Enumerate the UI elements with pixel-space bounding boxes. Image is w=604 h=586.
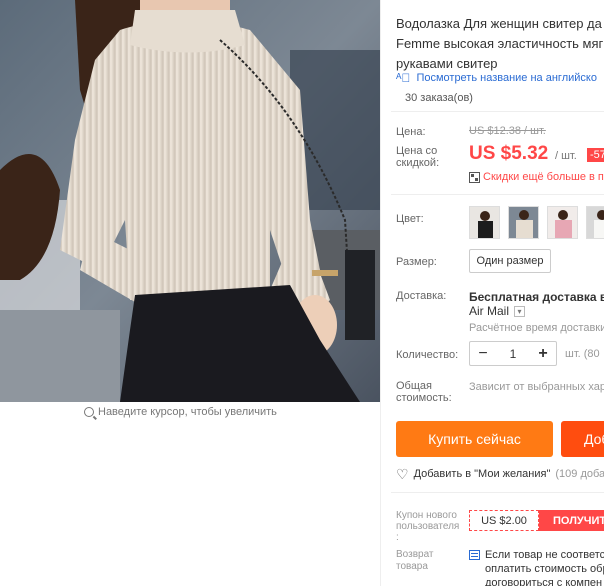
translate-title-text: Посмотреть название на английско (416, 72, 597, 84)
product-main-image[interactable] (0, 0, 380, 402)
discount-price-label-line: Цена со (396, 145, 438, 157)
color-label: Цвет: (396, 213, 424, 225)
chevron-down-icon: ▾ (514, 305, 526, 317)
total-price-note: Зависит от выбранных хар (469, 381, 604, 393)
buy-now-button[interactable]: Купить сейчас (396, 421, 553, 457)
product-details-panel: Водолазка Для женщин свитер да Femme выс… (380, 0, 604, 586)
quantity-increase-button[interactable]: + (536, 344, 550, 364)
wishlist-count: (109 доба (555, 468, 604, 480)
document-icon (469, 550, 480, 560)
product-title: Водолазка Для женщин свитер да Femme выс… (396, 14, 604, 74)
returns-text: Если товар не соответс оплатить стоимост… (485, 548, 604, 586)
quantity-input[interactable]: 1 (510, 347, 517, 361)
discount-price-label-line: скидкой: (396, 157, 440, 169)
heart-icon: ♡ (396, 466, 409, 482)
discount-price: US $5.32 (469, 143, 549, 164)
quantity-stepper: − 1 + (469, 341, 557, 366)
coupon-label-line: пользователя (396, 521, 460, 532)
size-option-button[interactable]: Один размер (469, 249, 551, 273)
total-price-label: Общая стоимость: (396, 380, 452, 404)
get-coupon-button[interactable]: ПОЛУЧИТ (539, 510, 604, 531)
zoom-hint: Наведите курсор, чтобы увеличить (84, 406, 277, 418)
price-label: Цена: (396, 126, 426, 138)
divider (391, 492, 604, 493)
translate-icon: ᴬ⃝ (396, 71, 411, 85)
shipping-label: Доставка: (396, 290, 447, 302)
shipping-method-select[interactable]: Air Mail ▾ (469, 304, 526, 318)
divider (391, 111, 604, 112)
returns-info: Если товар не соответс оплатить стоимост… (469, 548, 604, 586)
app-discount-link[interactable]: Скидки ещё больше в п (469, 171, 604, 183)
color-swatch-beige[interactable] (508, 206, 539, 239)
product-title-line: Водолазка Для женщин свитер да (396, 16, 602, 31)
add-to-cart-button[interactable]: Доб (561, 421, 604, 457)
qr-code-icon (469, 171, 480, 183)
new-user-coupon-label: Купон нового пользователя : (396, 510, 459, 543)
app-discount-text: Скидки ещё больше в п (483, 171, 604, 183)
zoom-hint-text: Наведите курсор, чтобы увеличить (98, 406, 277, 418)
price-unit: / шт. (555, 150, 577, 162)
orders-count: 30 заказа(ов) (405, 92, 473, 104)
total-price-label-line: стоимость: (396, 392, 452, 404)
quantity-label: Количество: (396, 349, 459, 361)
old-price: US $12.38 / шт. (469, 125, 546, 137)
translate-title-link[interactable]: ᴬ⃝ Посмотреть название на английско (396, 71, 597, 85)
total-price-label-line: Общая (396, 380, 432, 392)
returns-label-line: товара (396, 561, 428, 572)
coupon-label-line: : (396, 532, 399, 543)
product-title-line: Femme высокая эластичность мяг (396, 36, 604, 51)
returns-text-line: Если товар не соответс (485, 549, 604, 561)
shipping-destination[interactable]: Бесплатная доставка в Ru (469, 290, 604, 304)
shipping-estimate: Расчётное время доставки (469, 322, 604, 334)
color-swatch-pink[interactable] (547, 206, 578, 239)
coupon-value: US $2.00 (469, 510, 539, 531)
divider (391, 194, 604, 195)
coupon-label-line: Купон нового (396, 510, 457, 521)
color-swatch-black[interactable] (469, 206, 500, 239)
size-label: Размер: (396, 256, 437, 268)
returns-text-line: договориться с компен (485, 577, 603, 586)
returns-label: Возврат товара (396, 549, 434, 573)
add-to-wishlist-link[interactable]: ♡ Добавить в "Мои желания" (109 доба (396, 466, 604, 482)
shipping-method-text: Air Mail (469, 304, 510, 318)
returns-text-line: оплатить стоимость обр (485, 563, 604, 575)
quantity-decrease-button[interactable]: − (476, 344, 490, 364)
stock-count: шт. (80 (565, 348, 600, 360)
color-swatch-white[interactable] (586, 206, 604, 239)
wishlist-text: Добавить в "Мои желания" (413, 468, 551, 480)
color-swatches (469, 206, 604, 239)
magnifier-icon (84, 407, 94, 417)
discount-badge: -57 (587, 148, 604, 162)
discount-price-label: Цена со скидкой: (396, 145, 439, 169)
returns-label-line: Возврат (396, 549, 434, 560)
